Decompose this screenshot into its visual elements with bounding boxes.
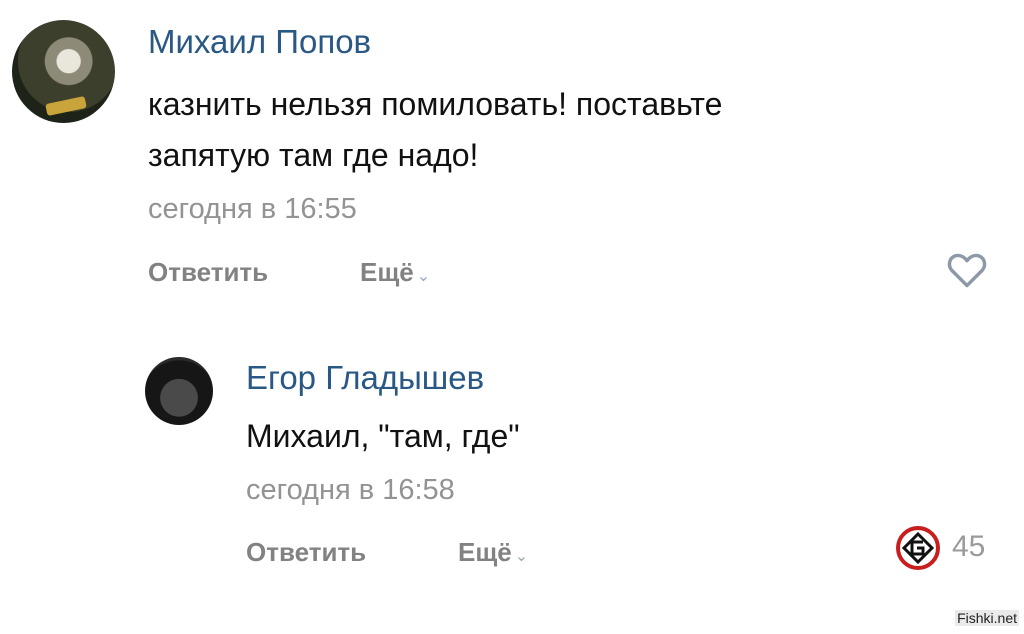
author-name[interactable]: Егор Гладышев bbox=[246, 359, 484, 397]
chevron-down-icon: ⌄ bbox=[416, 268, 431, 285]
comment-timestamp: сегодня в 16:58 bbox=[246, 474, 455, 506]
more-button[interactable]: Ещё ⌄ bbox=[360, 257, 430, 288]
reply-button[interactable]: Ответить bbox=[148, 257, 268, 288]
like-count: 45 bbox=[952, 530, 986, 563]
reply-button[interactable]: Ответить bbox=[246, 537, 366, 568]
more-button[interactable]: Ещё ⌄ bbox=[458, 537, 528, 568]
avatar-mikhail[interactable] bbox=[12, 20, 115, 123]
more-label: Ещё bbox=[360, 257, 414, 287]
avatar-shirt-logo bbox=[45, 95, 87, 117]
reaction-badge-icon[interactable] bbox=[896, 526, 940, 570]
comment-text: Михаил, "там, где" bbox=[246, 418, 520, 454]
comment-timestamp: сегодня в 16:55 bbox=[148, 193, 357, 225]
watermark: Fishki.net bbox=[955, 610, 1019, 626]
comment-text-line-2: запятую там где надо! bbox=[148, 137, 479, 173]
more-label: Ещё bbox=[458, 537, 512, 567]
heart-outline-icon[interactable] bbox=[946, 251, 988, 289]
chevron-down-icon: ⌄ bbox=[514, 548, 529, 565]
author-name[interactable]: Михаил Попов bbox=[148, 23, 371, 61]
comment-text-line-1: казнить нельзя помиловать! поставьте bbox=[148, 86, 723, 122]
avatar-egor[interactable] bbox=[145, 357, 213, 425]
